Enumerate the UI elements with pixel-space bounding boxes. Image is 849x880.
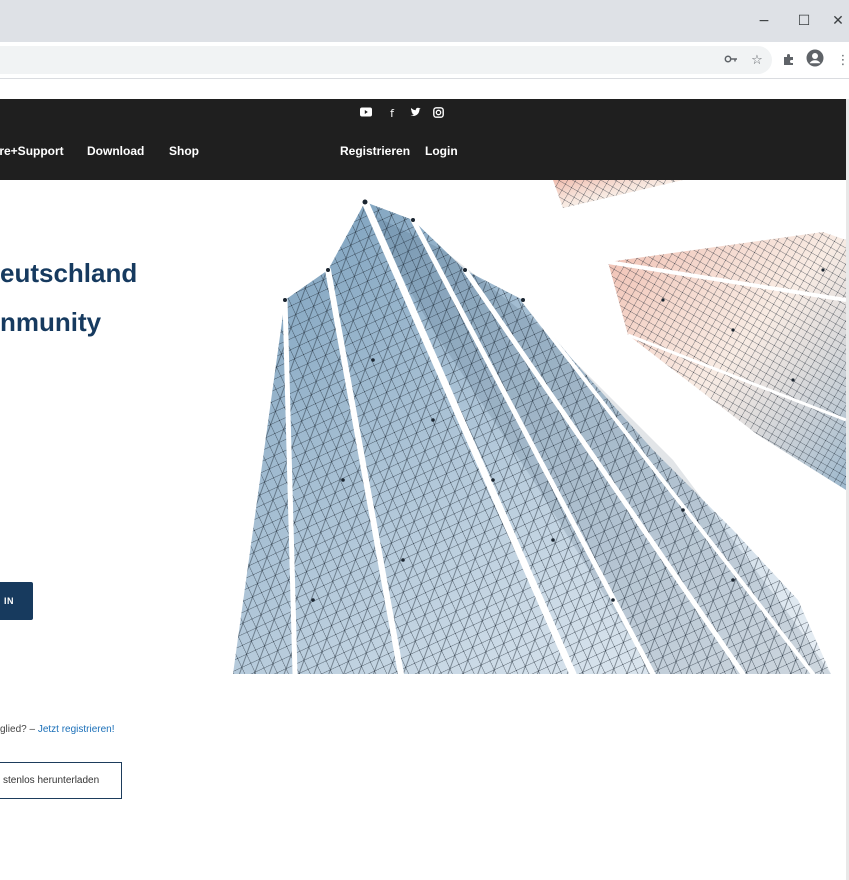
star-icon[interactable]: ☆ (748, 52, 766, 70)
instagram-icon[interactable] (431, 107, 445, 121)
site-navbar (0, 99, 846, 180)
member-prompt: glied? – Jetzt registrieren! (0, 724, 115, 735)
close-button[interactable]: ✕ (826, 10, 849, 32)
nav-software-support[interactable]: Software+Support (0, 144, 64, 158)
minimize-button[interactable]: − (752, 10, 776, 32)
account-icon[interactable] (806, 49, 824, 67)
nav-login[interactable]: Login (425, 144, 458, 158)
skyscraper-illustration (233, 180, 846, 674)
kebab-menu-icon[interactable]: ⋮ (834, 52, 849, 70)
address-bar[interactable] (0, 46, 772, 74)
hero-title-line1: eutschland (0, 258, 138, 288)
login-button[interactable]: IN (0, 582, 33, 620)
facebook-icon[interactable]: f (385, 107, 399, 121)
download-free-button[interactable]: stenlos herunterladen (0, 762, 122, 799)
key-icon[interactable] (722, 52, 740, 70)
browser-toolbar: ☆ ⋮ (0, 42, 849, 79)
browser-titlebar: − ☐ ✕ (0, 0, 849, 42)
nav-registrieren[interactable]: Registrieren (340, 144, 410, 158)
hero-title-line2: nmunity (0, 307, 102, 337)
register-link[interactable]: Jetzt registrieren! (38, 724, 115, 735)
twitter-icon[interactable] (408, 107, 422, 121)
nav-shop[interactable]: Shop (169, 144, 199, 158)
nav-download[interactable]: Download (87, 144, 144, 158)
member-prompt-text: glied? – (0, 724, 38, 735)
puzzle-icon[interactable] (780, 52, 798, 70)
maximize-button[interactable]: ☐ (792, 10, 816, 32)
youtube-icon[interactable] (359, 107, 373, 121)
